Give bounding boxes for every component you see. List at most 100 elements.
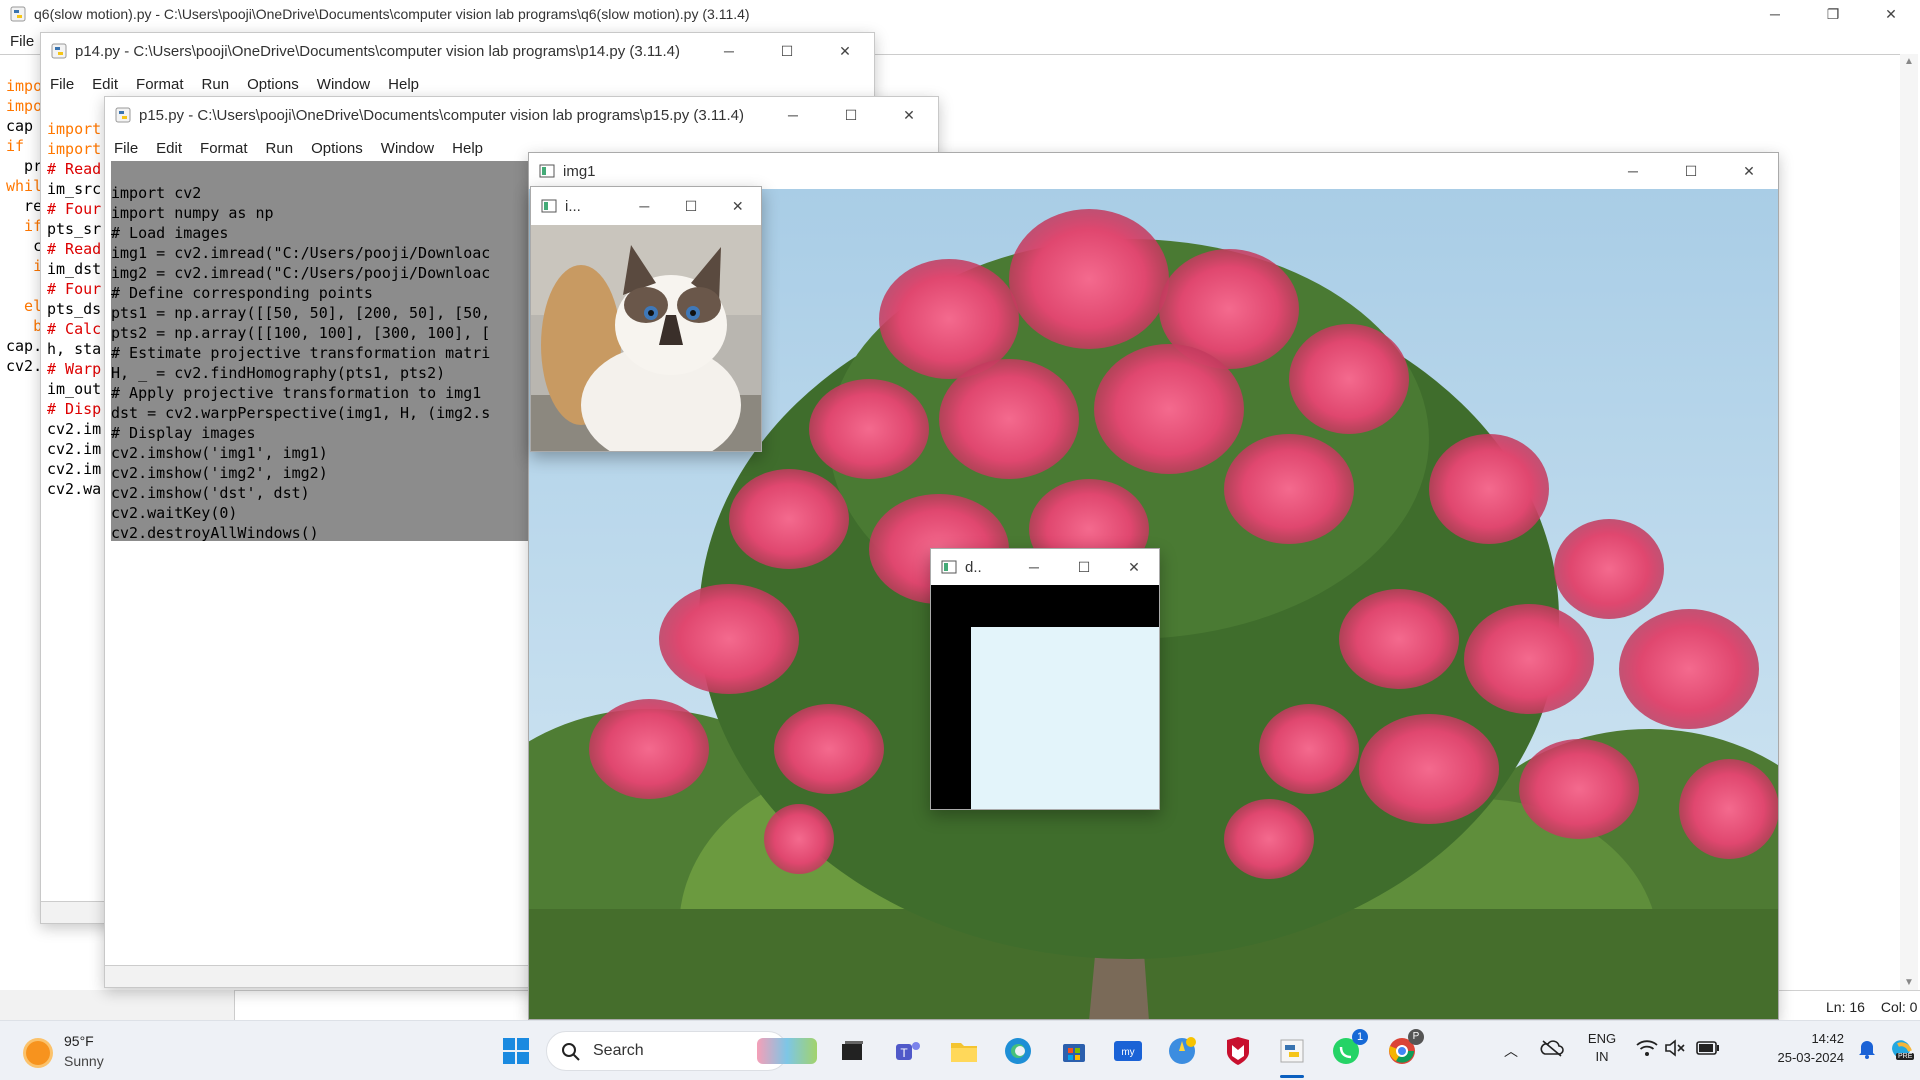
code-line: cv2.waitKey(0) <box>111 504 238 522</box>
code-line: if <box>6 217 43 235</box>
menu-edit[interactable]: Edit <box>83 76 127 93</box>
code-line: cv2.wa <box>47 480 102 498</box>
close-button[interactable]: ✕ <box>1720 153 1778 189</box>
wifi-icon[interactable] <box>1636 1039 1658 1062</box>
minimize-button[interactable]: ─ <box>764 97 822 133</box>
scroll-up-arrow-icon[interactable]: ▲ <box>1904 56 1914 67</box>
taskbar-search-box[interactable]: Search <box>546 1031 817 1071</box>
menu-help[interactable]: Help <box>379 76 428 93</box>
show-hidden-icons-chevron-icon[interactable]: ︿ <box>1504 1041 1518 1061</box>
close-button[interactable]: ✕ <box>1862 0 1920 28</box>
code-line: cv2.imshow('dst', dst) <box>111 484 310 502</box>
q6-bottom-strip <box>0 990 235 1020</box>
img2-title: i... <box>565 197 581 215</box>
cat-image <box>531 225 761 451</box>
code-line: # Warp <box>47 360 102 378</box>
close-button[interactable]: ✕ <box>816 33 874 69</box>
teams-icon[interactable]: T <box>890 1033 926 1069</box>
python-file-icon <box>10 6 26 22</box>
weather-widget[interactable]: 95°F Sunny <box>24 1029 144 1073</box>
python-idle-active-icon[interactable] <box>1274 1033 1310 1078</box>
myasus-icon[interactable]: my <box>1110 1033 1146 1069</box>
close-button[interactable]: ✕ <box>714 187 761 225</box>
windows-start-icon[interactable] <box>498 1033 534 1069</box>
menu-window[interactable]: Window <box>308 76 379 93</box>
menu-run[interactable]: Run <box>193 76 239 93</box>
whatsapp-icon[interactable]: 1 <box>1328 1029 1368 1069</box>
chrome-icon[interactable]: P <box>1384 1029 1424 1069</box>
sun-icon <box>26 1041 50 1065</box>
clock-time: 14:42 <box>1811 1031 1844 1046</box>
maximize-button[interactable]: ☐ <box>822 97 880 133</box>
code-line: # Disp <box>47 400 102 418</box>
code-line: impo <box>6 77 43 95</box>
q6-title-bar[interactable]: q6(slow motion).py - C:\Users\pooji\OneD… <box>0 0 1920 28</box>
minimize-button[interactable]: ─ <box>1746 0 1804 28</box>
menu-options[interactable]: Options <box>302 140 372 157</box>
menu-format[interactable]: Format <box>127 76 193 93</box>
menu-options[interactable]: Options <box>238 76 308 93</box>
warped-region <box>971 627 1159 809</box>
code-line: if <box>6 137 25 155</box>
code-line: dst = cv2.warpPerspective(img1, H, (img2… <box>111 404 491 422</box>
file-explorer-icon[interactable] <box>946 1033 982 1069</box>
copilot-icon[interactable]: PRE <box>1888 1035 1916 1068</box>
microsoft-store-icon[interactable] <box>1056 1033 1092 1069</box>
code-line: # Read <box>47 240 102 258</box>
opencv-window-icon <box>541 199 557 213</box>
volume-muted-icon[interactable] <box>1664 1039 1686 1062</box>
maximize-button[interactable]: ☐ <box>758 33 816 69</box>
img2-title-bar[interactable]: i... ─ ☐ ✕ <box>531 187 761 225</box>
code-line: # Read <box>47 160 102 178</box>
code-line: cap <box>6 117 34 135</box>
menu-file[interactable]: File <box>105 140 147 157</box>
maximize-button[interactable]: ☐ <box>1662 153 1720 189</box>
scroll-down-arrow-icon[interactable]: ▼ <box>1904 977 1914 988</box>
p15-title-bar[interactable]: p15.py - C:\Users\pooji\OneDrive\Documen… <box>105 97 938 133</box>
task-view-icon[interactable] <box>834 1033 870 1069</box>
maximize-button[interactable]: ☐ <box>1059 549 1109 585</box>
menu-run[interactable]: Run <box>257 140 303 157</box>
onedrive-icon[interactable] <box>1540 1039 1564 1062</box>
code-line: # Define corresponding points <box>111 284 373 302</box>
p15-code-area[interactable]: import cv2 import numpy as np # Load ima… <box>111 163 490 563</box>
code-line: cap. <box>6 337 43 355</box>
language-code: ENG <box>1587 1031 1617 1046</box>
minimize-button[interactable]: ─ <box>700 33 758 69</box>
edge-icon[interactable] <box>1000 1033 1036 1069</box>
mcafee-icon[interactable] <box>1220 1033 1256 1069</box>
q6-scrollbar[interactable]: ▲ ▼ <box>1900 54 1918 990</box>
p14-code-area[interactable]: import import # Read im_src # Four pts_s… <box>47 99 101 519</box>
python-idle-icon[interactable] <box>1164 1033 1200 1069</box>
search-icon <box>562 1043 580 1061</box>
clock[interactable]: 14:42 25-03-2024 <box>1748 1031 1845 1065</box>
language-indicator[interactable]: ENG IN <box>1584 1031 1620 1064</box>
menu-help[interactable]: Help <box>443 140 492 157</box>
maximize-button[interactable]: ☐ <box>668 187 715 225</box>
menu-window[interactable]: Window <box>372 140 443 157</box>
status-col: Col: 0 <box>1880 999 1918 1015</box>
minimize-button[interactable]: ─ <box>621 187 668 225</box>
whatsapp-badge: 1 <box>1352 1029 1368 1045</box>
search-label: Search <box>593 1042 644 1059</box>
img1-title-bar[interactable]: img1 ─ ☐ ✕ <box>529 153 1778 189</box>
code-line: H, _ = cv2.findHomography(pts1, pts2) <box>111 364 446 382</box>
menu-format[interactable]: Format <box>191 140 257 157</box>
code-line: cv2.imshow('img1', img1) <box>111 444 328 462</box>
minimize-button[interactable]: ─ <box>1009 549 1059 585</box>
menu-file[interactable]: File <box>41 76 83 93</box>
restore-button[interactable]: ❐ <box>1804 0 1862 28</box>
q6-status-bar: Ln: 16 Col: 0 <box>1826 999 1917 1015</box>
minimize-button[interactable]: ─ <box>1604 153 1662 189</box>
p14-title-bar[interactable]: p14.py - C:\Users\pooji\OneDrive\Documen… <box>41 33 874 69</box>
menu-edit[interactable]: Edit <box>147 140 191 157</box>
battery-icon[interactable] <box>1696 1041 1720 1060</box>
p14-title: p14.py - C:\Users\pooji\OneDrive\Documen… <box>75 42 680 60</box>
status-line: Ln: 16 <box>1826 999 1865 1015</box>
dst-title-bar[interactable]: d.. ─ ☐ ✕ <box>931 549 1159 585</box>
notification-bell-icon[interactable] <box>1858 1039 1876 1064</box>
menu-file[interactable]: File <box>0 33 43 50</box>
p15-title: p15.py - C:\Users\pooji\OneDrive\Documen… <box>139 106 744 124</box>
close-button[interactable]: ✕ <box>1109 549 1159 585</box>
close-button[interactable]: ✕ <box>880 97 938 133</box>
